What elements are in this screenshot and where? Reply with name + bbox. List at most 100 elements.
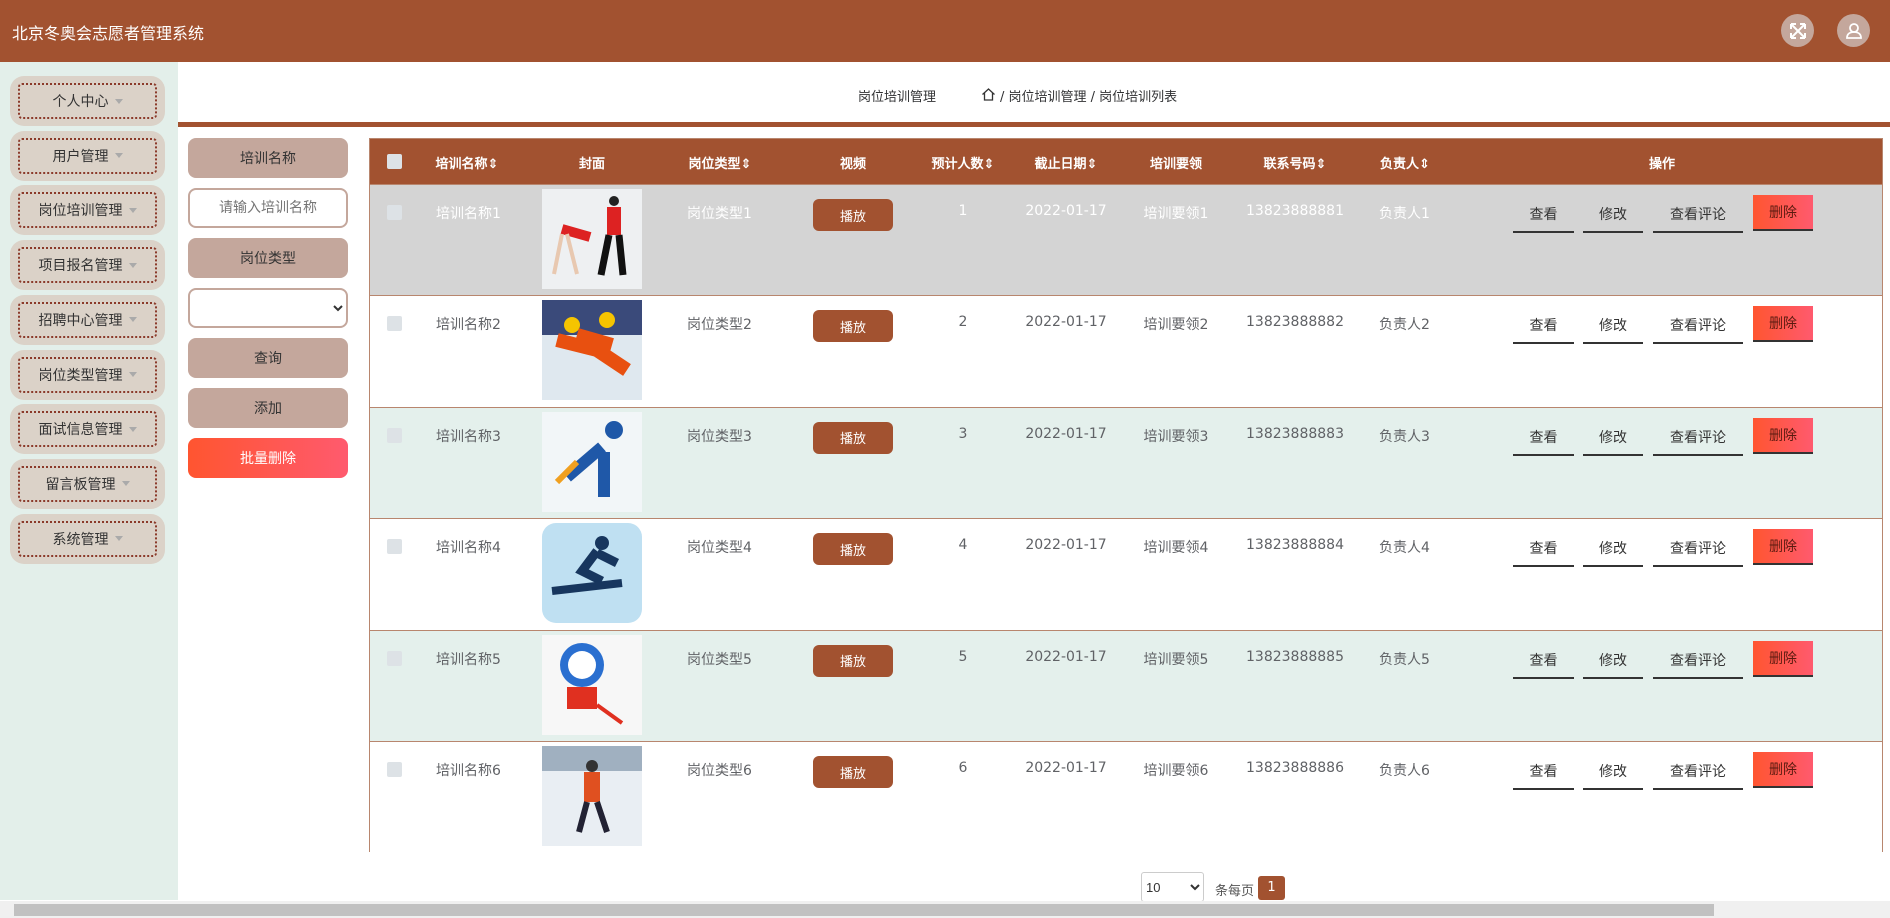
edit-button[interactable]: 修改 [1583,754,1643,790]
play-video-button[interactable]: 播放 [813,199,893,231]
cell-count: 1 [958,203,968,219]
user-icon [1845,22,1862,39]
view-button[interactable]: 查看 [1513,197,1574,233]
query-button[interactable]: 查询 [188,338,348,378]
page-1-button[interactable]: 1 [1258,876,1285,900]
play-video-button[interactable]: 播放 [813,310,893,343]
play-video-button[interactable]: 播放 [813,533,893,566]
sidebar-item[interactable]: 用户管理 [10,130,165,181]
sidebar-item[interactable]: 系统管理 [10,513,165,564]
sidebar-item-label: 招聘中心管理 [38,312,123,329]
cell-owner: 负责人4 [1379,540,1430,557]
batch-delete-button[interactable]: 批量删除 [188,438,348,478]
row-checkbox[interactable] [387,539,402,555]
breadcrumb-title: 岗位培训管理 [858,90,937,105]
delete-button[interactable]: 删除 [1753,529,1813,566]
cover-image-biathlon [542,746,642,846]
sidebar-item-frame: 系统管理 [18,520,157,557]
cell-points: 培训要领1 [1143,206,1209,222]
sidebar-item[interactable]: 个人中心 [10,76,165,126]
view-button[interactable]: 查看 [1513,308,1574,345]
sidebar-item[interactable]: 项目报名管理 [10,240,165,291]
cell-name: 培训名称5 [436,651,501,668]
cover-image-speed-skating [542,300,642,401]
col-owner[interactable]: 负责人⇕ [1380,153,1430,172]
view-button[interactable]: 查看 [1513,420,1574,456]
delete-button[interactable]: 删除 [1753,640,1813,677]
add-button[interactable]: 添加 [188,388,348,428]
top-header: 北京冬奥会志愿者管理系统 [0,0,1890,62]
edit-button[interactable]: 修改 [1583,643,1643,679]
row-checkbox[interactable] [387,427,402,443]
view-comments-button[interactable]: 查看评论 [1653,420,1743,456]
sidebar-item-label: 用户管理 [52,148,109,165]
play-video-button[interactable]: 播放 [813,756,893,788]
cover-image-ice-hockey-pictogram [542,411,642,512]
sidebar-item-frame: 面试信息管理 [18,411,157,448]
edit-button[interactable]: 修改 [1583,420,1643,456]
scrollbar-thumb[interactable] [14,904,1714,916]
play-video-button[interactable]: 播放 [813,421,893,454]
edit-button[interactable]: 修改 [1583,197,1643,233]
col-type[interactable]: 岗位类型⇕ [689,153,752,172]
type-select[interactable] [188,288,348,328]
cell-owner: 负责人3 [1379,428,1430,445]
delete-button[interactable]: 删除 [1753,752,1813,788]
page-size-select[interactable]: 10 [1141,872,1204,902]
cell-name: 培训名称4 [436,540,501,557]
table-row[interactable]: 培训名称6 岗位类型6 播放 6 2022-01-17 培训要领6 138238… [370,741,1882,852]
fullscreen-button[interactable] [1781,14,1814,47]
user-avatar-button[interactable] [1837,14,1870,47]
home-icon[interactable] [981,87,996,102]
name-search-input[interactable] [188,188,348,228]
table-row[interactable]: 培训名称2 岗位类型2 播放 2 2022-01-17 培训要领2 138238… [370,295,1882,407]
cell-date: 2022-01-17 [1025,314,1107,331]
table-row[interactable]: 培训名称3 岗位类型3 播放 3 2022-01-17 培训要领3 138238… [370,406,1882,518]
view-comments-button[interactable]: 查看评论 [1653,643,1743,679]
view-comments-button[interactable]: 查看评论 [1653,308,1743,345]
view-comments-button[interactable]: 查看评论 [1653,754,1743,790]
row-checkbox[interactable] [387,762,402,777]
cell-count: 6 [958,760,968,776]
view-button[interactable]: 查看 [1513,643,1574,679]
cell-date: 2022-01-17 [1025,648,1107,665]
cover-image-figure-skating [542,189,642,289]
sidebar-item[interactable]: 留言板管理 [10,458,165,509]
sidebar-item[interactable]: 面试信息管理 [10,404,165,455]
select-all-checkbox[interactable] [387,154,402,169]
table-row[interactable]: 培训名称4 岗位类型4 播放 4 2022-01-17 培训要领4 138238… [370,518,1882,630]
sidebar-item-frame: 用户管理 [18,137,157,174]
sidebar-item-label: 系统管理 [52,531,109,548]
table-row[interactable]: 培训名称1 岗位类型1 播放 1 2022-01-17 培训要领1 138238… [370,184,1882,295]
col-phone[interactable]: 联系号码⇕ [1264,153,1327,172]
row-checkbox[interactable] [387,650,402,666]
edit-button[interactable]: 修改 [1583,531,1643,568]
col-count[interactable]: 预计人数⇕ [932,153,995,172]
delete-button[interactable]: 删除 [1753,195,1813,231]
play-video-button[interactable]: 播放 [813,644,893,677]
sidebar-item-label: 岗位培训管理 [38,203,123,220]
caret-down-icon [114,536,123,542]
col-date[interactable]: 截止日期⇕ [1035,153,1098,172]
sidebar-item[interactable]: 岗位培训管理 [10,185,165,236]
delete-button[interactable]: 删除 [1753,417,1813,454]
cell-count: 4 [958,537,968,554]
row-checkbox[interactable] [387,205,402,220]
sidebar-item[interactable]: 招聘中心管理 [10,294,165,345]
sidebar-item[interactable]: 岗位类型管理 [10,349,165,400]
delete-button[interactable]: 删除 [1753,306,1813,343]
view-comments-button[interactable]: 查看评论 [1653,197,1743,233]
cell-type: 岗位类型6 [687,763,752,779]
view-comments-button[interactable]: 查看评论 [1653,531,1743,568]
view-button[interactable]: 查看 [1513,754,1574,790]
table-row[interactable]: 培训名称5 岗位类型5 播放 5 2022-01-17 培训要领5 138238… [370,629,1882,741]
edit-button[interactable]: 修改 [1583,308,1643,345]
row-checkbox[interactable] [387,316,402,332]
sidebar-item-frame: 招聘中心管理 [18,301,157,338]
view-button[interactable]: 查看 [1513,531,1574,568]
sidebar-item-label: 个人中心 [52,94,109,110]
col-name[interactable]: 培训名称⇕ [436,153,499,172]
cell-type: 岗位类型4 [687,540,752,557]
cell-owner: 负责人6 [1379,763,1430,779]
horizontal-scrollbar[interactable] [0,901,1890,918]
